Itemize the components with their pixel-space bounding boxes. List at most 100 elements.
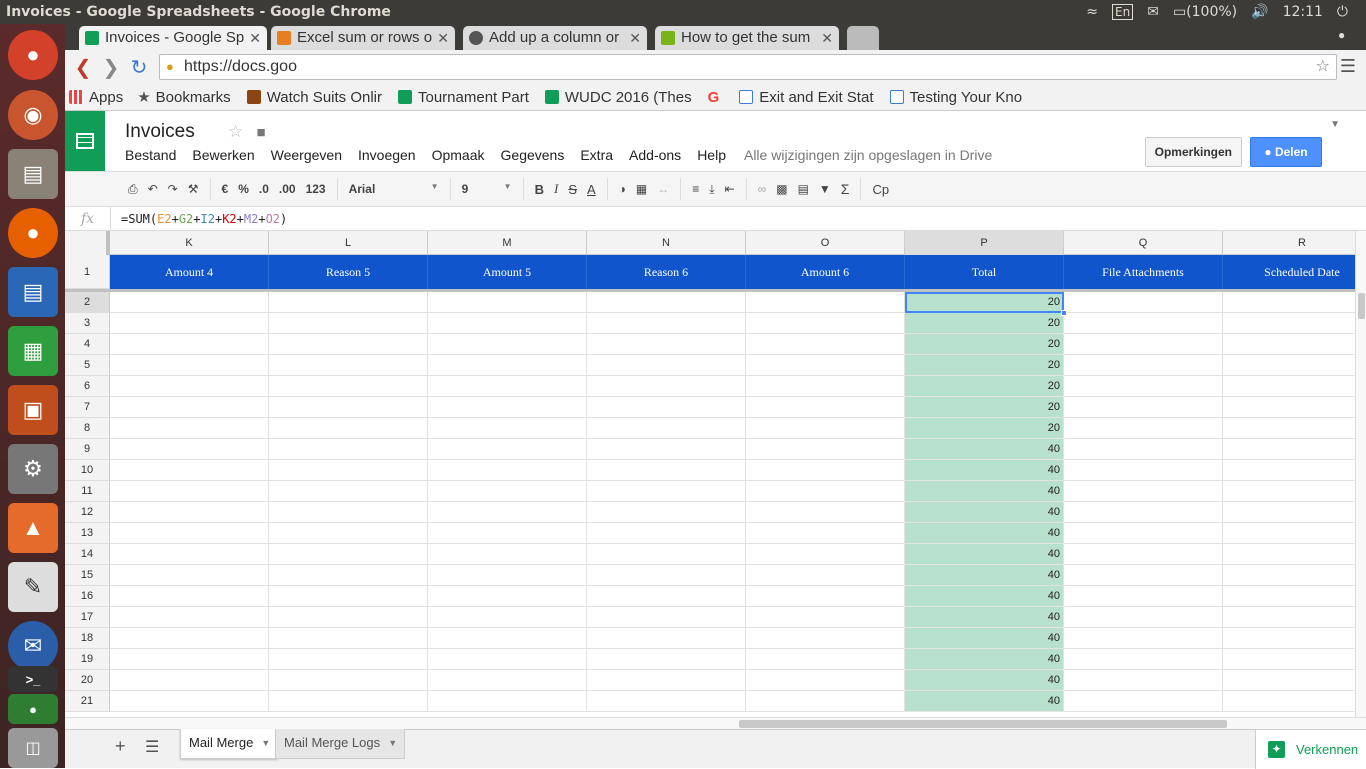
- formula-input[interactable]: =SUM(E2+G2+I2+K2+M2+O2): [111, 212, 287, 226]
- header-cell[interactable]: Amount 6: [746, 255, 905, 289]
- row-header[interactable]: 3: [65, 313, 110, 334]
- close-tab-icon[interactable]: ✕: [437, 26, 449, 50]
- cell[interactable]: [587, 607, 746, 628]
- cell[interactable]: [587, 334, 746, 355]
- forward-icon[interactable]: ❯: [97, 55, 125, 80]
- share-button[interactable]: ● Delen: [1250, 137, 1322, 167]
- print-icon[interactable]: ⎙: [128, 182, 138, 197]
- total-cell[interactable]: 20: [905, 376, 1064, 397]
- cell[interactable]: [428, 397, 587, 418]
- cell[interactable]: [746, 313, 905, 334]
- cell[interactable]: [269, 418, 428, 439]
- select-all-corner[interactable]: [65, 231, 110, 255]
- row-header[interactable]: 5: [65, 355, 110, 376]
- column-header-o[interactable]: O: [746, 231, 905, 255]
- cell[interactable]: [110, 607, 269, 628]
- cell[interactable]: [587, 586, 746, 607]
- document-title[interactable]: Invoices: [125, 121, 195, 142]
- cell[interactable]: [1223, 649, 1355, 670]
- cell[interactable]: [269, 544, 428, 565]
- cell[interactable]: [428, 376, 587, 397]
- new-tab-button[interactable]: [847, 26, 879, 50]
- total-cell[interactable]: 40: [905, 502, 1064, 523]
- cell[interactable]: [110, 418, 269, 439]
- cell[interactable]: [746, 502, 905, 523]
- merge-cells-icon[interactable]: ↔: [657, 182, 669, 196]
- cell[interactable]: [746, 586, 905, 607]
- total-cell[interactable]: 20: [905, 334, 1064, 355]
- cell[interactable]: [269, 523, 428, 544]
- chrome-menu-icon[interactable]: ☰: [1340, 56, 1356, 77]
- cell[interactable]: [428, 481, 587, 502]
- comments-button[interactable]: Opmerkingen: [1144, 137, 1242, 167]
- star-icon[interactable]: ☆: [228, 122, 243, 141]
- mail-icon[interactable]: ✉: [1147, 4, 1159, 20]
- impress-icon[interactable]: ▣: [8, 385, 58, 435]
- bookmark-google[interactable]: G: [704, 89, 724, 106]
- cell[interactable]: [1223, 334, 1355, 355]
- sheet-tab-mail-merge[interactable]: Mail Merge ▼: [180, 729, 279, 759]
- cell[interactable]: [110, 376, 269, 397]
- cell[interactable]: [110, 586, 269, 607]
- cell[interactable]: [1223, 607, 1355, 628]
- cell[interactable]: [1223, 292, 1355, 313]
- cell[interactable]: [428, 586, 587, 607]
- header-cell[interactable]: Total: [905, 255, 1064, 289]
- cell[interactable]: [1223, 523, 1355, 544]
- chart-icon[interactable]: ▤: [798, 182, 809, 196]
- cell[interactable]: [1064, 586, 1223, 607]
- header-cell[interactable]: Amount 5: [428, 255, 587, 289]
- cell[interactable]: [1223, 544, 1355, 565]
- cell[interactable]: [587, 649, 746, 670]
- ubuntu-dash-icon[interactable]: ●: [8, 30, 58, 80]
- cell[interactable]: [428, 544, 587, 565]
- cell[interactable]: [587, 481, 746, 502]
- total-cell[interactable]: 40: [905, 670, 1064, 691]
- app-icon[interactable]: ●: [8, 694, 58, 724]
- collapse-header-icon[interactable]: ▼: [1330, 119, 1340, 130]
- cell[interactable]: [746, 460, 905, 481]
- profile-icon[interactable]: ●: [1338, 28, 1352, 42]
- menu-extra[interactable]: Extra: [580, 147, 613, 163]
- bookmark-tournament[interactable]: Tournament Part: [394, 89, 529, 106]
- undo-icon[interactable]: ↶: [148, 182, 158, 196]
- strikethrough-button[interactable]: S: [568, 182, 577, 197]
- bookmark-testing[interactable]: Testing Your Kno: [886, 89, 1022, 106]
- cell[interactable]: [269, 334, 428, 355]
- cell[interactable]: [269, 397, 428, 418]
- cell[interactable]: [1064, 460, 1223, 481]
- cell[interactable]: [1223, 481, 1355, 502]
- cell[interactable]: [587, 397, 746, 418]
- menu-bestand[interactable]: Bestand: [125, 147, 176, 163]
- tab-excel-sum[interactable]: Excel sum or rows o ✕: [271, 26, 455, 50]
- cell[interactable]: [746, 439, 905, 460]
- functions-icon[interactable]: Σ: [841, 181, 850, 197]
- cell[interactable]: [746, 565, 905, 586]
- total-cell[interactable]: 40: [905, 544, 1064, 565]
- cell[interactable]: [746, 691, 905, 712]
- cell[interactable]: [428, 355, 587, 376]
- cell[interactable]: [428, 313, 587, 334]
- cell[interactable]: [428, 418, 587, 439]
- row-header[interactable]: 15: [65, 565, 110, 586]
- menu-addons[interactable]: Add-ons: [629, 147, 681, 163]
- thunderbird-icon[interactable]: ✉: [8, 621, 58, 671]
- total-cell[interactable]: 40: [905, 481, 1064, 502]
- cell[interactable]: [587, 460, 746, 481]
- row-header[interactable]: 4: [65, 334, 110, 355]
- column-header-k[interactable]: K: [110, 231, 269, 255]
- cell[interactable]: [428, 628, 587, 649]
- percent-button[interactable]: %: [238, 182, 249, 196]
- cell[interactable]: [428, 292, 587, 313]
- all-sheets-icon[interactable]: ☰: [145, 737, 159, 757]
- cell[interactable]: [746, 649, 905, 670]
- menu-help[interactable]: Help: [697, 147, 726, 163]
- cell[interactable]: [1064, 376, 1223, 397]
- cell[interactable]: [1223, 628, 1355, 649]
- cell[interactable]: [1064, 397, 1223, 418]
- text-wrap-icon[interactable]: ⇤: [725, 182, 735, 196]
- active-cell[interactable]: 20: [905, 292, 1064, 313]
- row-header[interactable]: 2: [65, 292, 110, 313]
- cell[interactable]: [110, 565, 269, 586]
- cell[interactable]: [587, 355, 746, 376]
